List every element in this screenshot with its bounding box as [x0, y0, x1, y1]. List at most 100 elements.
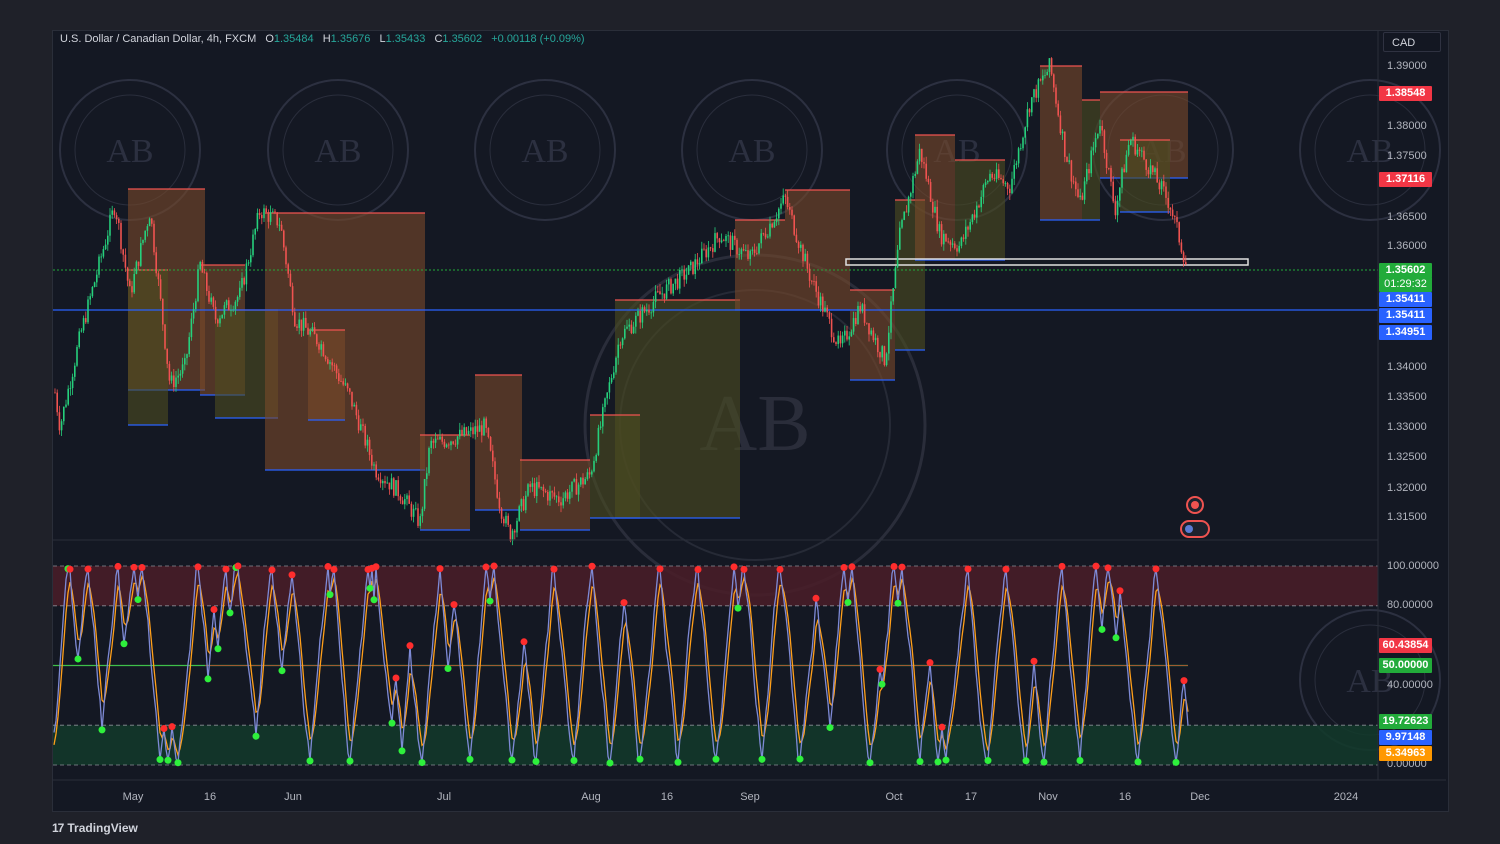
- candle-body: [492, 450, 494, 462]
- candle-body: [375, 464, 377, 478]
- candle-body: [1026, 109, 1029, 128]
- tradingview-logo[interactable]: 17 TradingView: [52, 821, 138, 835]
- oversold-signal-dot: [226, 609, 234, 617]
- candle-body: [533, 483, 536, 497]
- candle-body: [923, 162, 925, 164]
- candle-body: [1031, 97, 1033, 113]
- currency-button[interactable]: CAD: [1383, 32, 1441, 52]
- candle-body: [93, 282, 96, 287]
- candle-body: [254, 229, 256, 235]
- us-flag-event-icon[interactable]: [1180, 520, 1210, 538]
- candle-body: [322, 344, 325, 357]
- candle-body: [674, 278, 677, 284]
- candle-body: [716, 233, 718, 239]
- candle-body: [764, 233, 767, 238]
- candle-body: [437, 438, 439, 440]
- candle-body: [294, 312, 296, 327]
- candle-body: [659, 291, 661, 295]
- overbought-signal-dot: [84, 565, 92, 573]
- candle-body: [861, 304, 864, 312]
- candle-body: [87, 299, 89, 323]
- overbought-signal-dot: [898, 563, 906, 571]
- candle-body: [166, 348, 168, 364]
- candle-body: [1079, 195, 1081, 197]
- candle-body: [795, 234, 798, 243]
- candle-body: [85, 318, 87, 323]
- symbol-title[interactable]: U.S. Dollar / Canadian Dollar, 4h, FXCM: [60, 33, 256, 45]
- price-tag-support-2: 1.35411: [1379, 308, 1432, 323]
- candle-body: [808, 268, 811, 281]
- candle-body: [236, 296, 239, 302]
- candle-body: [470, 427, 472, 431]
- osc-tag-low: 19.72623: [1379, 714, 1432, 729]
- candle-body: [465, 427, 468, 435]
- time-tick: 17: [964, 791, 978, 803]
- oversold-signal-dot: [894, 599, 902, 607]
- candle-body: [133, 273, 135, 293]
- oversold-signal-dot: [388, 719, 396, 727]
- candle-body: [164, 324, 166, 349]
- candle-body: [441, 436, 443, 442]
- chart-canvas[interactable]: ABABABABABABABABAB: [0, 0, 1500, 844]
- candle-body: [360, 424, 362, 431]
- oversold-signal-dot: [120, 640, 128, 648]
- candle-body: [1024, 127, 1026, 138]
- candle-body: [96, 274, 98, 283]
- canada-flag-event-icon[interactable]: [1186, 496, 1204, 514]
- oversold-signal-dot: [1098, 625, 1106, 633]
- candle-body: [632, 326, 635, 334]
- candle-body: [452, 441, 454, 444]
- candle-body: [483, 418, 485, 436]
- overbought-signal-dot: [848, 563, 856, 571]
- candle-body: [661, 293, 663, 295]
- candle-body: [199, 261, 201, 270]
- candle-body: [148, 218, 151, 227]
- candle-body: [346, 383, 349, 389]
- osc-tag-midline: 50.00000: [1379, 658, 1432, 673]
- candle-body: [1174, 216, 1176, 218]
- candle-body: [181, 364, 184, 374]
- candle-body: [377, 477, 380, 480]
- candle-body: [67, 388, 69, 405]
- candle-body: [1059, 115, 1062, 134]
- candle-body: [140, 243, 142, 266]
- candle-body: [681, 269, 683, 271]
- candle-body: [342, 381, 344, 385]
- candle-body: [584, 479, 586, 485]
- candle-body: [230, 309, 232, 311]
- candle-body: [925, 163, 927, 179]
- candle-body: [89, 296, 91, 300]
- candle-body: [804, 253, 806, 262]
- candle-body: [1171, 209, 1174, 217]
- candle-body: [786, 196, 789, 208]
- candle-body: [476, 426, 479, 432]
- overbought-signal-dot: [812, 594, 820, 602]
- candle-body: [366, 439, 369, 446]
- candle-body: [549, 491, 551, 501]
- candle-body: [984, 182, 987, 186]
- overbought-signal-dot: [450, 601, 458, 609]
- candle-body: [175, 377, 177, 388]
- candle-body: [1130, 140, 1132, 145]
- candle-body: [797, 242, 800, 248]
- price-tick: 1.39000: [1387, 60, 1427, 72]
- candle-body: [967, 226, 969, 230]
- time-tick: Dec: [1190, 791, 1210, 803]
- candle-body: [201, 261, 204, 273]
- candle-body: [536, 481, 538, 497]
- oversold-signal-dot: [570, 757, 578, 765]
- candle-body: [1086, 169, 1088, 182]
- candle-body: [802, 244, 804, 262]
- oversold-signal-dot: [826, 724, 834, 732]
- overbought-signal-dot: [730, 563, 738, 571]
- candle-body: [597, 427, 600, 455]
- candle-body: [921, 148, 923, 163]
- candle-body: [852, 318, 855, 332]
- candle-body: [450, 441, 452, 446]
- candle-body: [60, 421, 63, 431]
- candle-body: [234, 301, 237, 310]
- candle-body: [131, 286, 133, 293]
- osc-tick: 80.00000: [1387, 599, 1433, 611]
- candle-body: [914, 173, 916, 176]
- oversold-signal-dot: [1076, 757, 1084, 765]
